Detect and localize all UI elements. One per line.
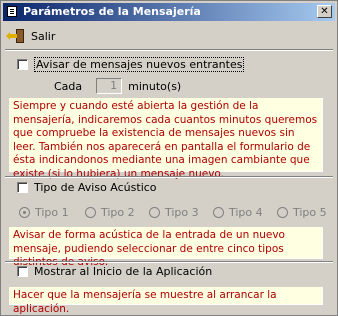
startup-description: Hacer que la mensajería se muestre al ar… xyxy=(9,287,323,315)
notify-checkbox-box[interactable] xyxy=(17,59,28,70)
toolbar-divider xyxy=(5,49,333,51)
sound-type-radio-group: Tipo 1 Tipo 2 Tipo 3 Tipo 4 Tipo 5 xyxy=(19,206,329,220)
radio-button-icon[interactable] xyxy=(277,207,288,218)
radio-tipo-4[interactable]: Tipo 4 xyxy=(213,206,263,219)
startup-checkbox-box[interactable] xyxy=(17,266,28,277)
radio-button-icon[interactable] xyxy=(213,207,224,218)
window-title: Parámetros de la Mensajería xyxy=(23,5,201,18)
sound-description: Avisar de forma acústica de la entrada d… xyxy=(9,227,323,268)
startup-checkbox-label[interactable]: Mostrar al Inicio de la Aplicación xyxy=(34,265,212,278)
exit-door-icon xyxy=(6,28,25,44)
radio-label: Tipo 4 xyxy=(229,206,263,219)
sound-alert-checkbox[interactable]: Tipo de Aviso Acústico xyxy=(17,181,157,194)
notify-new-messages-checkbox[interactable]: Avisar de mensajes nuevos entrantes xyxy=(17,57,245,72)
sound-checkbox-label[interactable]: Tipo de Aviso Acústico xyxy=(34,181,157,194)
notify-checkbox-label[interactable]: Avisar de mensajes nuevos entrantes xyxy=(34,57,245,72)
title-bar[interactable]: Parámetros de la Mensajería ✕ xyxy=(3,3,335,21)
show-at-startup-checkbox[interactable]: Mostrar al Inicio de la Aplicación xyxy=(17,265,212,278)
interval-input[interactable]: 1 xyxy=(96,78,123,94)
interval-unit-label: minuto(s) xyxy=(128,79,182,93)
notify-description: Siempre y cuando esté abierta la gestión… xyxy=(9,98,323,180)
interval-row: Cada 1 minuto(s) xyxy=(54,78,181,94)
radio-tipo-1[interactable]: Tipo 1 xyxy=(19,206,69,219)
sound-checkbox-box[interactable] xyxy=(17,182,28,193)
window-icon xyxy=(7,6,17,17)
interval-every-label: Cada xyxy=(54,79,83,93)
section-divider xyxy=(5,176,333,178)
radio-button-selected-icon[interactable] xyxy=(19,207,30,218)
radio-button-icon[interactable] xyxy=(149,207,160,218)
radio-label: Tipo 3 xyxy=(165,206,199,219)
radio-tipo-3[interactable]: Tipo 3 xyxy=(149,206,199,219)
radio-button-icon[interactable] xyxy=(85,207,96,218)
radio-tipo-5[interactable]: Tipo 5 xyxy=(277,206,327,219)
close-button[interactable]: ✕ xyxy=(317,5,332,18)
section-divider xyxy=(5,261,333,263)
radio-tipo-2[interactable]: Tipo 2 xyxy=(85,206,135,219)
radio-label: Tipo 1 xyxy=(35,206,69,219)
exit-button-label: Salir xyxy=(31,29,56,43)
settings-window: Parámetros de la Mensajería ✕ Salir Avis… xyxy=(0,0,338,316)
radio-label: Tipo 5 xyxy=(293,206,327,219)
exit-button[interactable]: Salir xyxy=(6,26,56,46)
close-icon: ✕ xyxy=(320,6,329,17)
radio-label: Tipo 2 xyxy=(101,206,135,219)
